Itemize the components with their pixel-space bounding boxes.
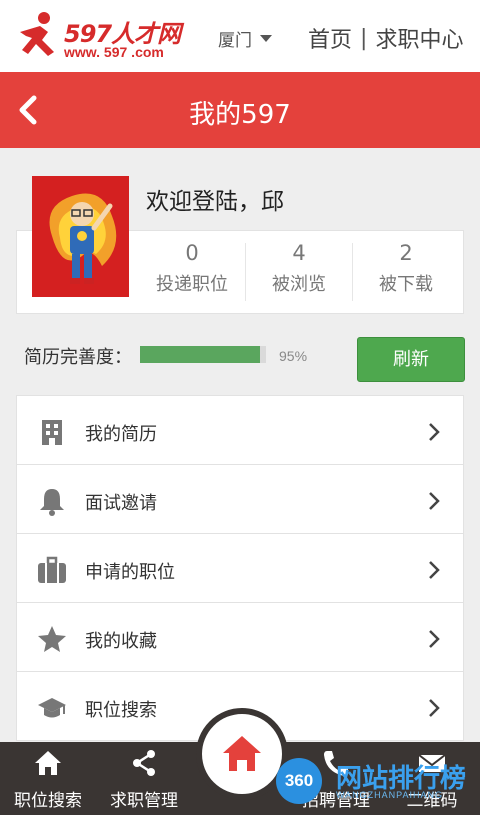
bottom-nav-job-search[interactable]: 职位搜索 <box>0 742 96 815</box>
menu-item-label: 申请的职位 <box>85 562 175 583</box>
watermark: 360 网站排行榜 WANGZHANPAIHANG <box>276 756 480 815</box>
completion-progress-bar <box>140 346 266 363</box>
nav-job-center-link[interactable]: 求职中心 <box>375 22 463 54</box>
home-icon <box>223 736 261 771</box>
stat-applied[interactable]: 0 投递职位 <box>139 241 245 296</box>
stat-value: 4 <box>292 241 306 265</box>
bell-icon <box>40 489 64 516</box>
center-home-button[interactable] <box>196 708 288 800</box>
city-selector[interactable]: 厦门 <box>218 26 272 51</box>
bottom-nav-label: 职位搜索 <box>14 791 82 811</box>
watermark-badge: 360 <box>276 758 322 804</box>
bottom-nav-label: 求职管理 <box>110 791 178 811</box>
menu-item-interview-invites[interactable]: 面试邀请 <box>16 464 464 534</box>
menu-item-favorites[interactable]: 我的收藏 <box>16 602 464 672</box>
menu-item-label: 我的收藏 <box>85 631 157 652</box>
chevron-right-icon <box>429 699 440 717</box>
stat-value: 2 <box>399 241 413 265</box>
star-icon <box>38 626 66 652</box>
building-icon <box>42 420 62 445</box>
graduation-cap-icon <box>38 698 66 718</box>
stat-label: 投递职位 <box>156 274 228 295</box>
menu-item-applied-jobs[interactable]: 申请的职位 <box>16 533 464 603</box>
nav-separator: | <box>360 25 368 51</box>
runner-logo-icon <box>20 12 54 56</box>
chevron-right-icon <box>429 561 440 579</box>
completion-label: 简历完善度： <box>24 347 132 368</box>
menu-item-my-resume[interactable]: 我的简历 <box>16 395 464 465</box>
stat-label: 被浏览 <box>272 274 326 295</box>
site-logo[interactable]: 597人才网 www. 597 .com <box>14 10 194 64</box>
top-nav: 首页 | 求职中心 <box>308 22 463 54</box>
chevron-right-icon <box>429 423 440 441</box>
watermark-subtitle: WANGZHANPAIHANG <box>336 790 444 800</box>
home-icon <box>35 751 61 775</box>
chevron-right-icon <box>429 630 440 648</box>
stat-value: 0 <box>185 241 199 265</box>
completion-progress-fill <box>140 346 260 363</box>
share-icon <box>133 750 155 776</box>
stat-viewed[interactable]: 4 被浏览 <box>246 241 352 296</box>
avatar[interactable] <box>32 176 129 297</box>
bottom-nav-job-management[interactable]: 求职管理 <box>96 742 192 815</box>
logo-url: www. 597 .com <box>64 44 164 60</box>
chevron-right-icon <box>429 492 440 510</box>
briefcase-icon <box>38 556 66 583</box>
completion-percent: 95% <box>279 348 308 364</box>
menu-item-label: 职位搜索 <box>85 700 157 721</box>
menu-item-label: 面试邀请 <box>85 493 157 514</box>
refresh-button[interactable]: 刷新 <box>357 337 465 382</box>
nav-home-link[interactable]: 首页 <box>308 22 352 54</box>
title-bar: 我的597 <box>0 72 480 148</box>
superhero-avatar-image <box>32 176 129 297</box>
welcome-text: 欢迎登陆，邱 <box>146 189 284 215</box>
page-title: 我的597 <box>189 100 291 130</box>
stat-downloaded[interactable]: 2 被下载 <box>353 241 459 296</box>
top-header: 597人才网 www. 597 .com 厦门 首页 | 求职中心 <box>0 0 480 72</box>
city-label: 厦门 <box>218 31 252 51</box>
caret-down-icon <box>260 35 272 42</box>
stat-label: 被下载 <box>379 274 433 295</box>
menu-list: 我的简历 面试邀请 申请的职位 我的收藏 职位搜索 <box>16 395 464 741</box>
menu-item-label: 我的简历 <box>85 424 157 445</box>
